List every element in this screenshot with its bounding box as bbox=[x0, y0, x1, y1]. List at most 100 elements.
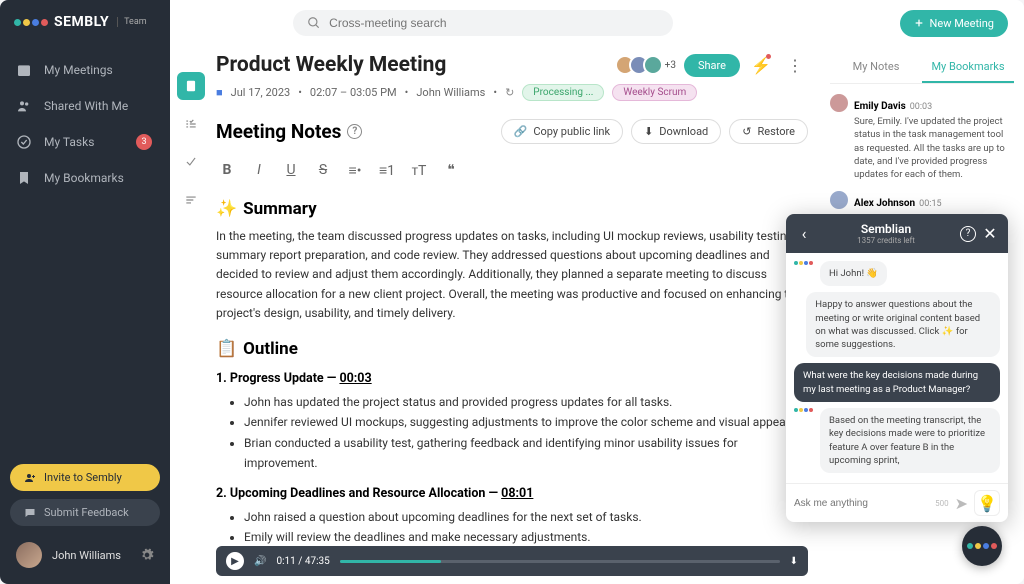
italic-button[interactable]: I bbox=[250, 162, 268, 179]
check-icon bbox=[16, 134, 32, 150]
chat-icon bbox=[24, 507, 36, 519]
underline-button[interactable]: U bbox=[282, 162, 300, 179]
view-rail bbox=[170, 46, 212, 584]
nav-my-tasks[interactable]: My Tasks 3 bbox=[0, 124, 170, 160]
sidebar-bottom: Invite to Sembly Submit Feedback John Wi… bbox=[0, 454, 170, 584]
notes-title: Meeting Notes ? bbox=[216, 120, 362, 143]
user-message: What were the key decisions made during … bbox=[794, 363, 1000, 402]
volume-icon[interactable]: 🔊 bbox=[254, 556, 266, 567]
outline-item: Jennifer reviewed UI mockups, suggesting… bbox=[244, 412, 808, 432]
doc-header: Product Weekly Meeting +3 Share ⚡ ⋮ bbox=[216, 52, 808, 78]
bot-avatar-icon bbox=[794, 261, 814, 281]
restore-button[interactable]: ↺Restore bbox=[729, 119, 808, 144]
doc-author: John Williams bbox=[416, 86, 485, 99]
rail-notes[interactable] bbox=[177, 72, 205, 100]
nav-my-bookmarks[interactable]: My Bookmarks bbox=[0, 160, 170, 196]
close-button[interactable]: ✕ bbox=[982, 226, 998, 242]
tab-my-notes[interactable]: My Notes bbox=[830, 52, 922, 83]
suggestions-button[interactable]: 💡 bbox=[974, 490, 1000, 516]
more-button[interactable]: ⋮ bbox=[782, 52, 808, 78]
doc-time: 02:07 – 03:05 PM bbox=[310, 86, 397, 99]
quote-button[interactable]: ❝ bbox=[442, 162, 460, 179]
link-icon: 🔗 bbox=[514, 125, 528, 138]
timestamp-link[interactable]: 00:03 bbox=[339, 371, 371, 386]
format-toolbar: B I U S ≡• ≡1 ᴛT ❝ bbox=[216, 158, 808, 183]
text-size-button[interactable]: ᴛT bbox=[410, 162, 428, 179]
download-audio-button[interactable]: ⬇ bbox=[790, 556, 798, 567]
download-button[interactable]: ⬇Download bbox=[631, 119, 721, 144]
sidebar: SEMBLY Team My Meetings Shared With Me M… bbox=[0, 0, 170, 584]
nav-my-meetings[interactable]: My Meetings bbox=[0, 52, 170, 88]
nav-label: My Bookmarks bbox=[44, 171, 124, 185]
document-icon bbox=[184, 79, 198, 93]
progress-bar[interactable] bbox=[340, 560, 780, 563]
tag-pill[interactable]: Weekly Scrum bbox=[612, 84, 697, 101]
copy-link-button[interactable]: 🔗Copy public link bbox=[501, 119, 623, 144]
current-user[interactable]: John Williams bbox=[10, 536, 160, 574]
summary-heading: ✨ Summary bbox=[216, 199, 808, 219]
doc-meta: ■ Jul 17, 2023 • 02:07 – 03:05 PM • John… bbox=[216, 84, 808, 101]
document: Product Weekly Meeting +3 Share ⚡ ⋮ ■ Ju… bbox=[212, 46, 824, 584]
bold-button[interactable]: B bbox=[218, 162, 236, 179]
gear-icon[interactable] bbox=[140, 548, 154, 562]
topbar: New Meeting bbox=[170, 0, 1024, 46]
play-button[interactable]: ▶ bbox=[226, 552, 244, 570]
help-icon[interactable]: ? bbox=[960, 226, 976, 242]
notes-header: Meeting Notes ? 🔗Copy public link ⬇Downl… bbox=[216, 119, 808, 144]
refresh-icon[interactable]: ↻ bbox=[505, 86, 514, 99]
help-icon[interactable]: ? bbox=[347, 124, 362, 139]
nav-label: My Meetings bbox=[44, 63, 113, 77]
back-button[interactable]: ‹ bbox=[796, 226, 812, 242]
download-icon: ⬇ bbox=[644, 125, 653, 138]
avatar bbox=[16, 542, 42, 568]
semblian-title: Semblian bbox=[812, 222, 960, 236]
bookmark-item[interactable]: Emily Davis00:03 Sure, Emily. I've updat… bbox=[830, 94, 1014, 181]
outline-section-2: 2. Upcoming Deadlines and Resource Alloc… bbox=[216, 486, 808, 501]
timestamp-link[interactable]: 08:01 bbox=[501, 486, 533, 501]
invite-button[interactable]: Invite to Sembly bbox=[10, 464, 160, 491]
bookmark-text: Sure, Emily. I've updated the project st… bbox=[854, 115, 1014, 181]
people-icon bbox=[16, 98, 32, 114]
feedback-label: Submit Feedback bbox=[44, 506, 129, 519]
brand-name: SEMBLY bbox=[54, 14, 109, 30]
avatar bbox=[830, 94, 848, 112]
semblian-credits: 1357 credits left bbox=[812, 236, 960, 245]
outline-item: John raised a question about upcoming de… bbox=[244, 507, 808, 527]
nav-label: My Tasks bbox=[44, 135, 94, 149]
participant-avatars[interactable]: +3 bbox=[615, 55, 676, 75]
semblian-fab[interactable] bbox=[962, 526, 1002, 566]
checkmark-icon bbox=[184, 155, 198, 169]
logo[interactable]: SEMBLY Team bbox=[0, 0, 170, 44]
tab-my-bookmarks[interactable]: My Bookmarks bbox=[922, 52, 1014, 83]
share-button[interactable]: Share bbox=[684, 54, 740, 77]
bookmark-time: 00:15 bbox=[919, 199, 941, 209]
new-meeting-label: New Meeting bbox=[930, 17, 994, 30]
outline-list-2: John raised a question about upcoming de… bbox=[216, 507, 808, 548]
search-field[interactable] bbox=[329, 16, 659, 30]
send-button[interactable]: ➤ bbox=[955, 494, 968, 513]
char-count: 500 bbox=[935, 499, 949, 508]
new-meeting-button[interactable]: New Meeting bbox=[900, 10, 1008, 37]
feedback-button[interactable]: Submit Feedback bbox=[10, 499, 160, 526]
user-name: John Williams bbox=[52, 549, 130, 562]
outline-item: John has updated the project status and … bbox=[244, 392, 808, 412]
bullet-list-button[interactable]: ≡• bbox=[346, 162, 364, 179]
audio-player: ▶ 🔊 0:11 / 47:35 ⬇ bbox=[216, 546, 808, 576]
doc-title: Product Weekly Meeting bbox=[216, 53, 446, 77]
rail-check[interactable] bbox=[177, 148, 205, 176]
outline-list-1: John has updated the project status and … bbox=[216, 392, 808, 474]
search-input[interactable] bbox=[293, 10, 673, 36]
calendar-icon bbox=[16, 62, 32, 78]
semblian-input[interactable] bbox=[794, 498, 929, 509]
bolt-button[interactable]: ⚡ bbox=[748, 52, 774, 78]
nav: My Meetings Shared With Me My Tasks 3 My… bbox=[0, 44, 170, 454]
number-list-button[interactable]: ≡1 bbox=[378, 162, 396, 179]
right-tabs: My Notes My Bookmarks bbox=[830, 52, 1014, 84]
rail-transcript[interactable] bbox=[177, 186, 205, 214]
rail-tasks[interactable] bbox=[177, 110, 205, 138]
nav-shared[interactable]: Shared With Me bbox=[0, 88, 170, 124]
bot-message: Happy to answer questions about the meet… bbox=[806, 292, 1000, 357]
bookmark-author: Emily Davis bbox=[854, 101, 906, 112]
strike-button[interactable]: S bbox=[314, 162, 332, 179]
video-icon: ■ bbox=[216, 86, 223, 99]
